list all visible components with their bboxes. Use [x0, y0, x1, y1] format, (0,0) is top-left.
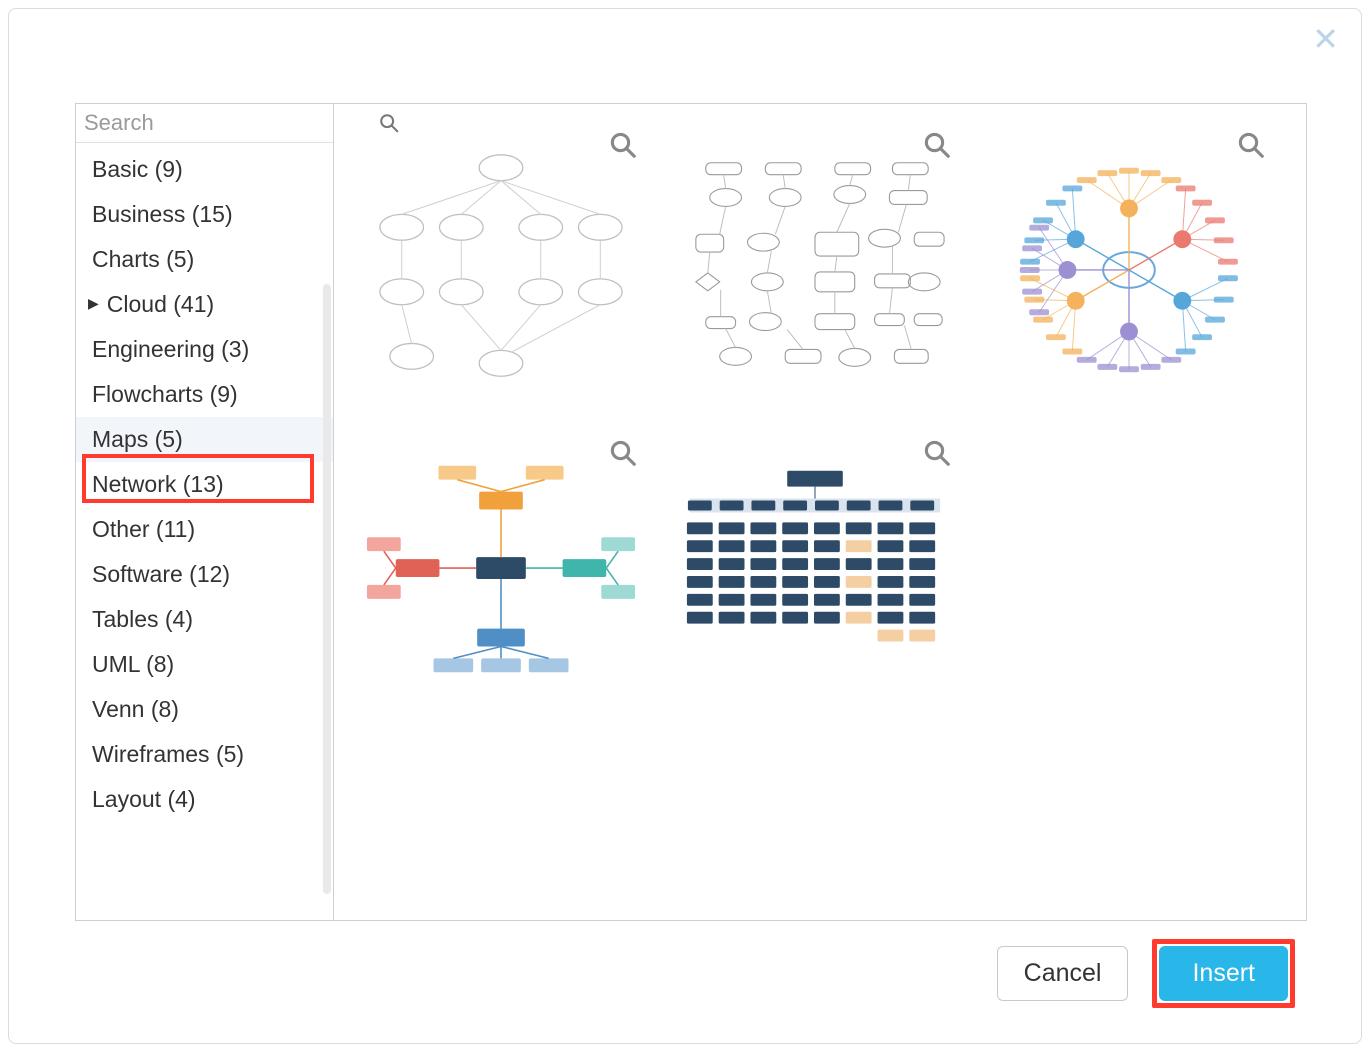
category-item[interactable]: Tables (4) — [76, 597, 333, 642]
category-item[interactable]: Charts (5) — [76, 237, 333, 282]
template-gallery — [334, 104, 1306, 920]
category-label: Engineering (3) — [92, 336, 249, 363]
category-label: Venn (8) — [92, 696, 179, 723]
category-label: Cloud (41) — [107, 291, 214, 318]
category-label: Basic (9) — [92, 156, 183, 183]
category-item[interactable]: Other (11) — [76, 507, 333, 552]
search-input[interactable] — [84, 110, 372, 136]
cancel-button[interactable]: Cancel — [997, 946, 1129, 1001]
category-item[interactable]: Wireframes (5) — [76, 732, 333, 777]
template-thumbnail[interactable] — [666, 122, 964, 404]
category-item[interactable]: Maps (5) — [76, 417, 333, 462]
category-label: Other (11) — [92, 516, 195, 543]
scrollbar[interactable] — [323, 284, 331, 894]
thumbnail-preview — [362, 140, 640, 394]
category-item[interactable]: Basic (9) — [76, 147, 333, 192]
category-label: UML (8) — [92, 651, 174, 678]
category-item[interactable]: Venn (8) — [76, 687, 333, 732]
thumbnail-preview — [990, 140, 1268, 394]
category-label: Network (13) — [92, 471, 224, 498]
category-label: Wireframes (5) — [92, 741, 244, 768]
category-item[interactable]: Network (13) — [76, 462, 333, 507]
category-label: Business (15) — [92, 201, 233, 228]
highlight-ring: Insert — [1152, 939, 1295, 1008]
thumbnail-preview — [676, 448, 954, 702]
category-list: Basic (9) Business (15) Charts (5) Cloud (4… — [76, 143, 333, 920]
category-item[interactable]: Software (12) — [76, 552, 333, 597]
category-item[interactable]: Layout (4) — [76, 777, 333, 822]
category-label: Maps (5) — [92, 426, 183, 453]
thumbnail-preview — [676, 140, 954, 394]
category-item[interactable]: Flowcharts (9) — [76, 372, 333, 417]
category-label: Tables (4) — [92, 606, 193, 633]
search-row — [76, 104, 333, 143]
category-item[interactable]: Engineering (3) — [76, 327, 333, 372]
template-thumbnail[interactable] — [980, 122, 1278, 404]
category-label: Charts (5) — [92, 246, 194, 273]
category-item[interactable]: Business (15) — [76, 192, 333, 237]
dialog-body: Basic (9) Business (15) Charts (5) Cloud (4… — [75, 103, 1307, 921]
category-sidebar: Basic (9) Business (15) Charts (5) Cloud (4… — [76, 104, 334, 920]
close-icon[interactable]: ✕ — [1312, 23, 1339, 55]
category-label: Flowcharts (9) — [92, 381, 238, 408]
category-item[interactable]: UML (8) — [76, 642, 333, 687]
thumbnail-preview — [362, 448, 640, 702]
template-thumbnail[interactable] — [352, 430, 650, 712]
template-thumbnail[interactable] — [352, 122, 650, 404]
category-label: Software (12) — [92, 561, 230, 588]
insert-button[interactable]: Insert — [1159, 946, 1288, 1001]
template-dialog: ✕ Basic (9) Business (15) Charts (5) Cloud … — [8, 8, 1362, 1044]
template-thumbnail[interactable] — [666, 430, 964, 712]
dialog-footer: Cancel Insert — [997, 939, 1295, 1008]
category-item[interactable]: Cloud (41) — [76, 282, 333, 327]
category-label: Layout (4) — [92, 786, 196, 813]
